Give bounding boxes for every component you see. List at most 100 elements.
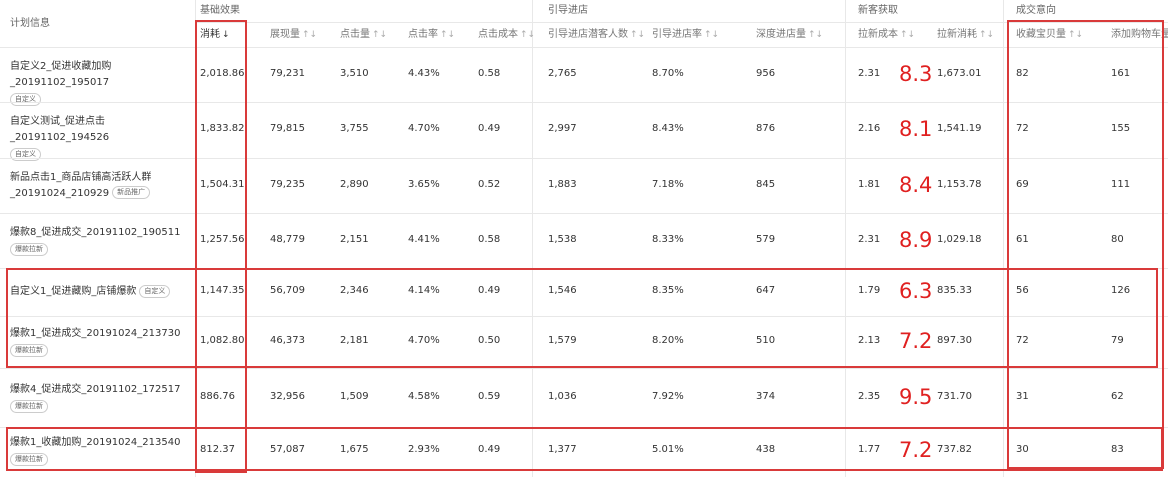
cell-cpc: 0.49 bbox=[478, 444, 501, 455]
cell-deep: 956 bbox=[756, 67, 776, 79]
plan-name-cell[interactable]: 爆款8_促进成交_20191102_190511 爆款拉新 bbox=[10, 225, 190, 257]
plan-name[interactable]: 自定义1_促进藏购_店铺爆款 bbox=[10, 286, 136, 297]
sort-icon[interactable]: ↑↓ bbox=[302, 30, 317, 40]
plan-name-cell[interactable]: 新品点击1_商品店铺高活跃人群_20191024_210929 新品推广 bbox=[10, 170, 190, 202]
cell-fav: 61 bbox=[1016, 233, 1029, 245]
cell-deep: 374 bbox=[756, 390, 776, 402]
cell-clicks: 2,346 bbox=[340, 285, 369, 296]
cell-newcost: 1.79 bbox=[858, 285, 881, 296]
cell-potential: 2,997 bbox=[548, 123, 577, 134]
cell-newcost: 1.81 bbox=[858, 178, 881, 190]
plan-info-header: 计划信息 bbox=[10, 18, 50, 29]
sort-icon[interactable]: ↑↓ bbox=[520, 30, 535, 40]
cell-impressions: 48,779 bbox=[270, 233, 305, 245]
cell-cpc: 0.52 bbox=[478, 178, 501, 190]
row-divider bbox=[0, 213, 1168, 214]
plan-name[interactable]: 爆款4_促进成交_20191102_172517 bbox=[10, 384, 180, 395]
plan-name[interactable]: 自定义2_促进收藏加购_20191102_195017 bbox=[10, 61, 111, 88]
cell-potential: 1,377 bbox=[548, 444, 577, 455]
cell-spend: 2,018.86 bbox=[200, 67, 245, 79]
cell-deep: 510 bbox=[756, 335, 776, 346]
cell-cart: 155 bbox=[1111, 123, 1131, 134]
column-divider bbox=[1003, 0, 1004, 477]
sort-icon[interactable]: ↑↓ bbox=[900, 30, 915, 40]
sort-icon[interactable]: ↑↓ bbox=[808, 30, 823, 40]
cell-clicks: 3,510 bbox=[340, 67, 369, 79]
row-divider bbox=[0, 368, 1168, 369]
cell-spend: 886.76 bbox=[200, 390, 235, 402]
col-cart-header[interactable]: 添加购物车量 bbox=[1111, 22, 1168, 47]
col-fav-header[interactable]: 收藏宝贝量 ↑↓ bbox=[1016, 22, 1083, 47]
plan-name-cell[interactable]: 自定义2_促进收藏加购_20191102_195017 自定义 bbox=[10, 59, 190, 107]
cell-cart: 161 bbox=[1111, 67, 1131, 79]
annotation-value: 9.5 bbox=[899, 384, 933, 409]
plan-type-tag: 自定义 bbox=[139, 284, 171, 298]
sort-icon[interactable]: ↑↓ bbox=[979, 30, 994, 40]
cell-guide-rate: 8.33% bbox=[652, 233, 684, 245]
cell-deep: 845 bbox=[756, 178, 776, 190]
cell-clicks: 2,151 bbox=[340, 233, 369, 245]
cell-cart: 79 bbox=[1111, 335, 1124, 346]
cell-fav: 56 bbox=[1016, 285, 1029, 296]
cell-fav: 30 bbox=[1016, 444, 1029, 455]
plan-name[interactable]: 爆款1_收藏加购_20191024_213540 bbox=[10, 437, 180, 448]
cell-impressions: 79,815 bbox=[270, 123, 305, 134]
col-guide-rate-header[interactable]: 引导进店率 ↑↓ bbox=[652, 22, 719, 47]
cell-potential: 2,765 bbox=[548, 67, 577, 79]
cell-newcost: 2.13 bbox=[858, 335, 881, 346]
cell-cpc: 0.58 bbox=[478, 67, 501, 79]
cell-deep: 876 bbox=[756, 123, 776, 134]
plan-name-cell[interactable]: 爆款1_收藏加购_20191024_213540 爆款拉新 bbox=[10, 435, 190, 467]
row-divider bbox=[0, 427, 1168, 428]
col-newspend-header[interactable]: 拉新消耗 ↑↓ bbox=[937, 22, 994, 47]
plan-name-cell[interactable]: 爆款4_促进成交_20191102_172517 爆款拉新 bbox=[10, 382, 190, 414]
cell-clicks: 1,509 bbox=[340, 390, 369, 402]
sort-icon[interactable]: ↑↓ bbox=[630, 30, 645, 40]
row-divider bbox=[0, 316, 1168, 317]
plan-name[interactable]: 自定义测试_促进点击_20191102_194526 bbox=[10, 116, 109, 143]
plan-type-tag: 自定义 bbox=[10, 92, 41, 106]
col-cpc-header[interactable]: 点击成本 ↑↓ bbox=[478, 22, 535, 47]
plan-name-cell[interactable]: 爆款1_促进成交_20191024_213730 爆款拉新 bbox=[10, 326, 190, 358]
col-newcost-header[interactable]: 拉新成本 ↑↓ bbox=[858, 22, 915, 47]
plan-name[interactable]: 爆款1_促进成交_20191024_213730 bbox=[10, 328, 180, 339]
cell-spend: 1,147.35 bbox=[200, 285, 245, 296]
cell-cart: 83 bbox=[1111, 444, 1124, 455]
annotation-box-deal bbox=[1007, 20, 1164, 469]
cell-guide-rate: 7.92% bbox=[652, 390, 684, 402]
col-deep-header[interactable]: 深度进店量 ↑↓ bbox=[756, 22, 823, 47]
plan-name[interactable]: 爆款8_促进成交_20191102_190511 bbox=[10, 227, 180, 238]
cell-spend: 1,504.31 bbox=[200, 178, 245, 190]
plan-name-cell[interactable]: 自定义1_促进藏购_店铺爆款 自定义 bbox=[10, 284, 190, 300]
cell-newspend: 1,541.19 bbox=[937, 123, 982, 134]
col-impressions-header[interactable]: 展现量 ↑↓ bbox=[270, 22, 317, 47]
cell-fav: 69 bbox=[1016, 178, 1029, 190]
row-divider bbox=[0, 158, 1168, 159]
cell-fav: 31 bbox=[1016, 390, 1029, 402]
sort-icon[interactable]: ↑↓ bbox=[372, 30, 387, 40]
sort-desc-icon[interactable]: ↓ bbox=[222, 30, 230, 40]
sort-icon[interactable]: ↑↓ bbox=[704, 30, 719, 40]
cell-cart: 80 bbox=[1111, 233, 1124, 245]
cell-ctr: 4.70% bbox=[408, 335, 440, 346]
annotation-value: 7.2 bbox=[899, 438, 933, 462]
col-clicks-header[interactable]: 点击量 ↑↓ bbox=[340, 22, 387, 47]
cell-impressions: 32,956 bbox=[270, 390, 305, 402]
annotation-value: 6.3 bbox=[899, 279, 933, 303]
cell-newcost: 2.16 bbox=[858, 123, 881, 134]
cell-guide-rate: 8.43% bbox=[652, 123, 684, 134]
cell-spend: 1,082.80 bbox=[200, 335, 245, 346]
col-spend-header[interactable]: 消耗 ↓ bbox=[200, 22, 230, 47]
sort-icon[interactable]: ↑↓ bbox=[440, 30, 455, 40]
cell-ctr: 4.14% bbox=[408, 285, 440, 296]
group-newcust-header: 新客获取 bbox=[858, 5, 898, 16]
sort-icon[interactable]: ↑↓ bbox=[1068, 30, 1083, 40]
cell-newspend: 1,029.18 bbox=[937, 233, 982, 245]
col-ctr-header[interactable]: 点击率 ↑↓ bbox=[408, 22, 455, 47]
cell-cpc: 0.58 bbox=[478, 233, 501, 245]
plan-name-cell[interactable]: 自定义测试_促进点击_20191102_194526 自定义 bbox=[10, 114, 190, 162]
annotation-box-spend bbox=[195, 20, 247, 473]
col-potential-header[interactable]: 引导进店潜客人数 ↑↓ bbox=[548, 22, 645, 47]
annotation-value: 8.3 bbox=[899, 61, 933, 86]
cell-newspend: 1,153.78 bbox=[937, 178, 982, 190]
